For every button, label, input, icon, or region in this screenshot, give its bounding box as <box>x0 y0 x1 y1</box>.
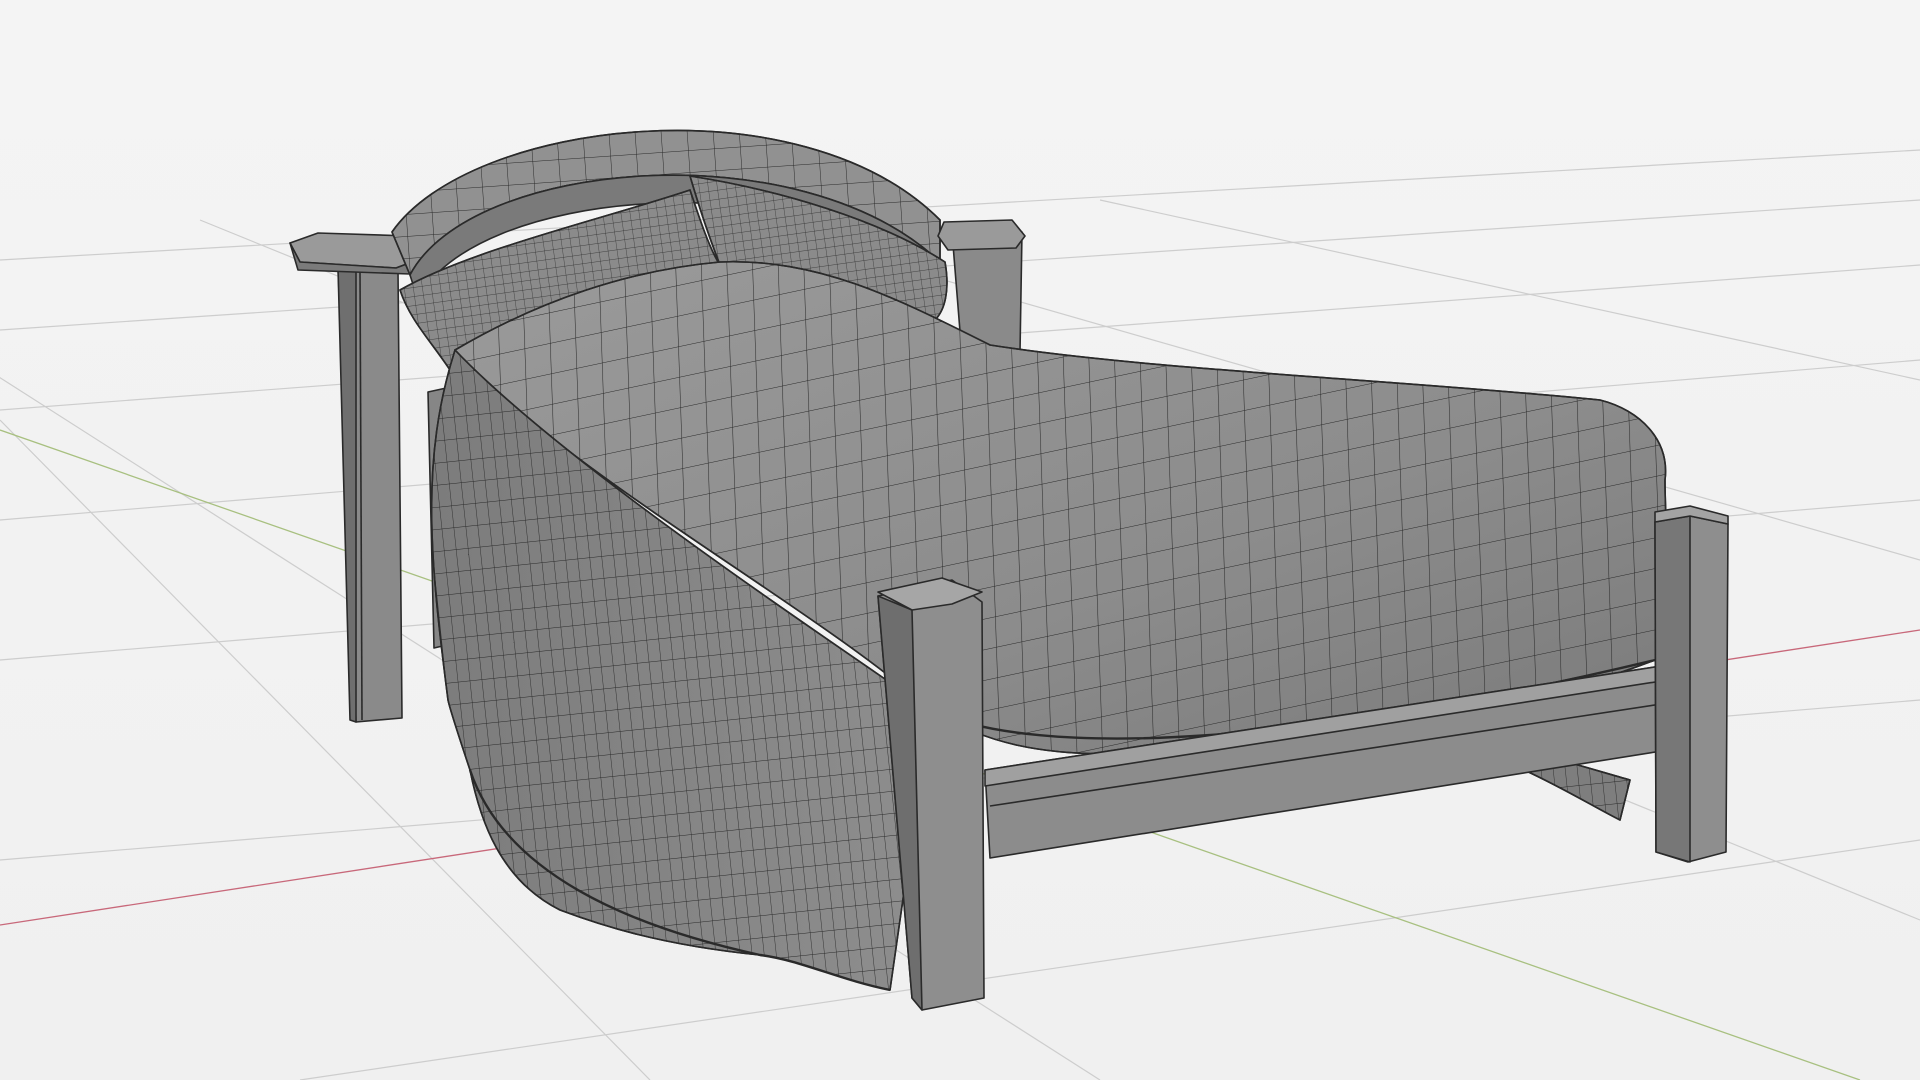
viewport-canvas[interactable] <box>0 0 1920 1080</box>
right-foot-post[interactable] <box>1654 505 1729 863</box>
3d-viewport[interactable]: wireframe-on-shaded <box>0 0 1920 1080</box>
